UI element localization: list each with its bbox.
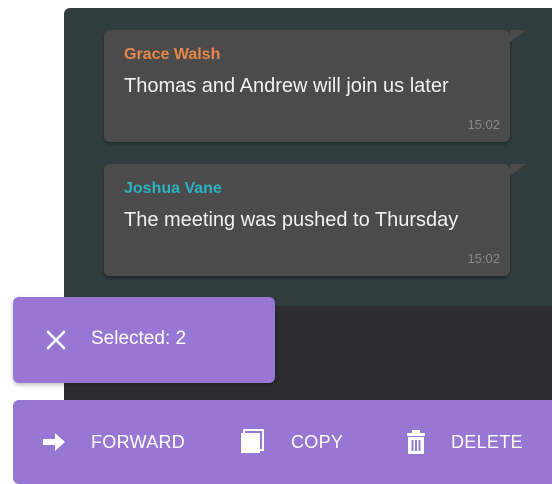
close-icon[interactable]: [45, 329, 67, 351]
message-bubble[interactable]: Joshua Vane The meeting was pushed to Th…: [104, 164, 526, 276]
chat-screen: Grace Walsh Thomas and Andrew will join …: [0, 0, 552, 484]
copy-button[interactable]: COPY: [239, 400, 343, 484]
action-bar: FORWARD COPY DELETE: [13, 400, 552, 484]
selection-count: Selected: 2: [91, 328, 187, 349]
message-text: The meeting was pushed to Thursday: [124, 209, 459, 231]
selection-bar: Selected: 2: [13, 297, 275, 383]
copy-label: COPY: [291, 431, 344, 452]
message-time: 15:02: [467, 117, 500, 132]
message-sender: Joshua Vane: [124, 180, 222, 197]
message-text: Thomas and Andrew will join us later: [124, 75, 449, 97]
message-bubble[interactable]: Grace Walsh Thomas and Andrew will join …: [104, 30, 526, 142]
message-sender: Grace Walsh: [124, 46, 221, 63]
message-time: 15:02: [467, 251, 500, 266]
trash-icon: [403, 429, 429, 455]
copy-icon: [239, 429, 265, 455]
delete-label: DELETE: [451, 431, 523, 452]
arrow-right-icon: [41, 429, 67, 455]
forward-button[interactable]: FORWARD: [41, 400, 185, 484]
forward-label: FORWARD: [91, 431, 186, 452]
delete-button[interactable]: DELETE: [403, 400, 523, 484]
